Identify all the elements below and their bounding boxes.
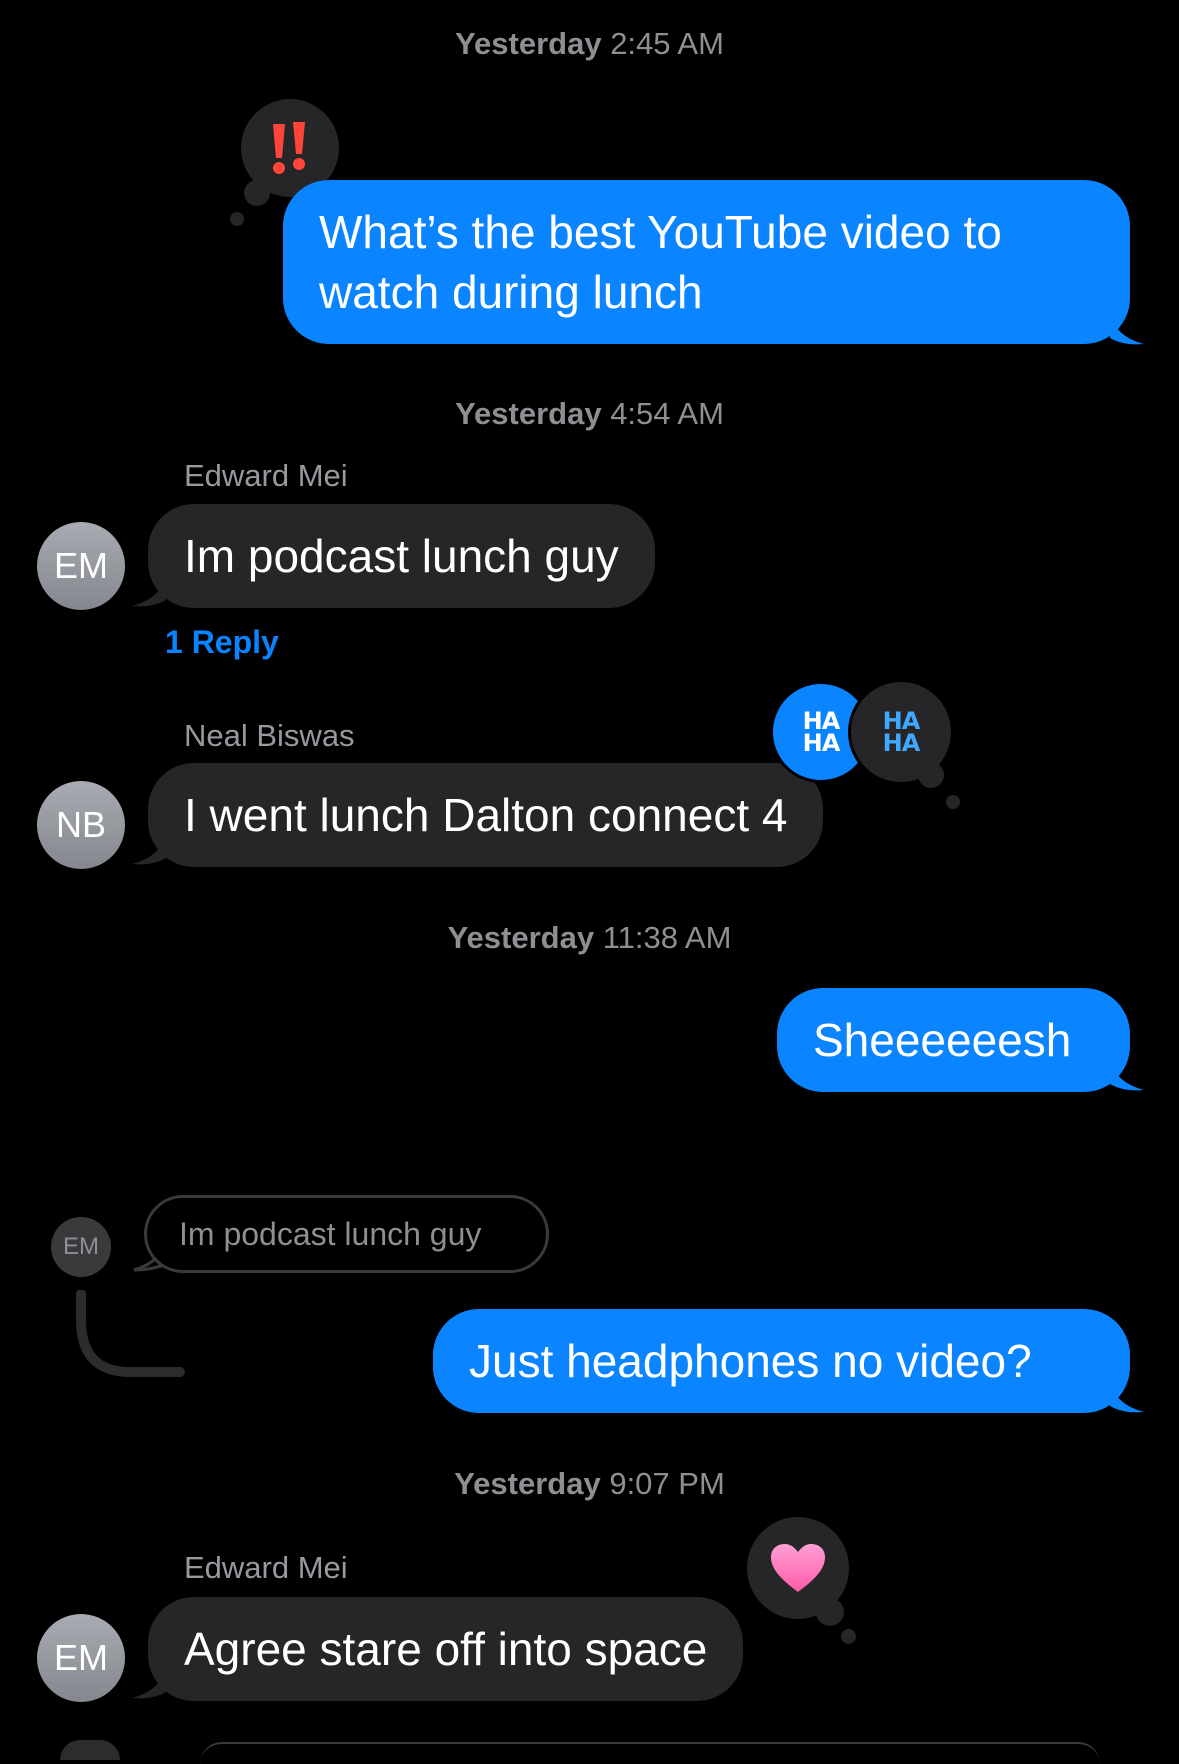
quoted-message-partial: [200, 1742, 1100, 1764]
message-bubble-incoming[interactable]: Agree stare off into space: [148, 1597, 744, 1701]
timestamp: Yesterday 2:45 AM: [455, 26, 724, 61]
sender-name: Neal Biswas: [184, 718, 355, 753]
tapback-tail-dot: [244, 180, 270, 206]
message-bubble-incoming[interactable]: Im podcast lunch guy: [148, 504, 655, 608]
avatar[interactable]: EM: [37, 522, 125, 610]
sender-name: Edward Mei: [184, 458, 348, 493]
tapback-tail-dot: [230, 212, 244, 226]
avatar[interactable]: EM: [37, 1614, 125, 1702]
timestamp: Yesterday 4:54 AM: [455, 396, 724, 431]
avatar-small: EM: [51, 1217, 111, 1277]
haha-icon: HA HA: [882, 707, 921, 757]
timestamp: Yesterday 11:38 AM: [447, 920, 732, 955]
tapback-tail-dot: [841, 1629, 856, 1644]
haha-icon: HA HA: [802, 707, 841, 757]
avatar[interactable]: NB: [37, 781, 125, 869]
bubble-tail: [1110, 312, 1144, 345]
heart-icon: [771, 1544, 825, 1592]
reply-thread-line: [76, 1290, 185, 1377]
tapback-tail-dot: [946, 795, 960, 809]
timestamp: Yesterday 9:07 PM: [454, 1466, 725, 1501]
quoted-message[interactable]: Im podcast lunch guy: [144, 1195, 549, 1273]
message-bubble-outgoing[interactable]: Just headphones no video?: [433, 1309, 1130, 1413]
reply-link[interactable]: 1 Reply: [165, 624, 279, 661]
message-bubble-outgoing[interactable]: What’s the best YouTube video to watch d…: [283, 180, 1130, 344]
message-bubble-incoming[interactable]: I went lunch Dalton connect 4: [148, 763, 824, 867]
sender-name: Edward Mei: [184, 1550, 348, 1585]
bubble-tail: [1110, 1058, 1144, 1091]
bubble-tail: [1110, 1380, 1144, 1413]
tapback-tail-dot: [918, 762, 944, 788]
avatar-partial: [60, 1740, 120, 1760]
exclamation-marks-icon: [273, 122, 305, 174]
tapback-tail-dot: [816, 1598, 844, 1626]
message-bubble-outgoing[interactable]: Sheeeeeesh: [777, 988, 1130, 1092]
